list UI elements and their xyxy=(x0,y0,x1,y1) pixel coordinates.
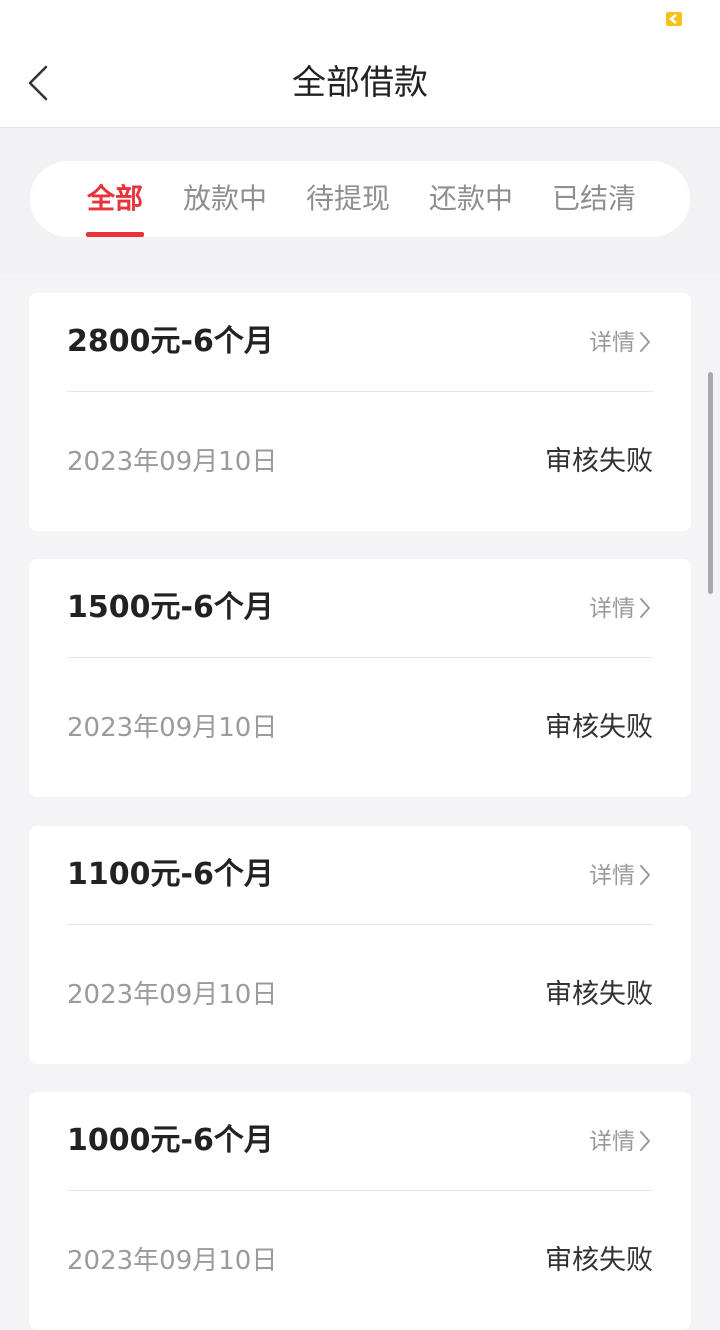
nav-bar: 全部借款 xyxy=(0,40,720,128)
loan-list: 2800元-6个月 详情 2023年09月10日 审核失败 1500元-6个月 … xyxy=(0,274,720,1330)
loan-date: 2023年09月10日 xyxy=(67,447,278,477)
loan-status: 审核失败 xyxy=(545,979,653,1010)
detail-link[interactable]: 详情 xyxy=(589,589,651,629)
divider xyxy=(67,657,653,658)
loan-status: 审核失败 xyxy=(545,446,653,477)
tab-bar: 全部 放款中 待提现 还款中 已结清 xyxy=(30,161,690,237)
tab-label: 全部 xyxy=(86,182,143,215)
loan-date: 2023年09月10日 xyxy=(67,980,278,1010)
divider xyxy=(67,1190,653,1191)
tab-disbursing[interactable]: 放款中 xyxy=(180,161,270,237)
loan-title: 1000元-6个月 xyxy=(67,1123,274,1158)
chevron-right-icon xyxy=(640,864,650,885)
detail-label: 详情 xyxy=(589,330,635,356)
tab-pending-withdrawal[interactable]: 待提现 xyxy=(303,161,393,237)
page-title: 全部借款 xyxy=(292,63,428,103)
chevron-right-icon xyxy=(640,597,650,618)
status-bar xyxy=(0,0,720,40)
detail-label: 详情 xyxy=(589,596,635,622)
active-tab-indicator xyxy=(86,232,144,237)
loan-date: 2023年09月10日 xyxy=(67,713,278,743)
loan-card[interactable]: 2800元-6个月 详情 2023年09月10日 审核失败 xyxy=(29,293,691,531)
loan-title: 1100元-6个月 xyxy=(67,857,274,892)
loan-card[interactable]: 1000元-6个月 详情 2023年09月10日 审核失败 xyxy=(29,1092,691,1330)
detail-label: 详情 xyxy=(589,1129,635,1155)
tab-label: 已结清 xyxy=(551,182,636,215)
tab-repaying[interactable]: 还款中 xyxy=(426,161,516,237)
divider xyxy=(67,391,653,392)
loan-title: 2800元-6个月 xyxy=(67,324,274,359)
tab-label: 放款中 xyxy=(182,182,267,215)
divider xyxy=(67,924,653,925)
chevron-right-icon xyxy=(640,1130,650,1151)
loan-card[interactable]: 1100元-6个月 详情 2023年09月10日 审核失败 xyxy=(29,826,691,1064)
tab-label: 待提现 xyxy=(305,182,390,215)
detail-link[interactable]: 详情 xyxy=(589,1122,651,1162)
chevron-right-icon xyxy=(640,331,650,352)
detail-label: 详情 xyxy=(589,863,635,889)
scrollbar[interactable] xyxy=(708,372,713,594)
app-status-icon xyxy=(666,12,682,26)
tab-all[interactable]: 全部 xyxy=(80,161,150,237)
loan-card[interactable]: 1500元-6个月 详情 2023年09月10日 审核失败 xyxy=(29,559,691,797)
loan-status: 审核失败 xyxy=(545,1245,653,1276)
loan-status: 审核失败 xyxy=(545,712,653,743)
loan-title: 1500元-6个月 xyxy=(67,590,274,625)
tabs-section: 全部 放款中 待提现 还款中 已结清 xyxy=(0,128,720,274)
tab-settled[interactable]: 已结清 xyxy=(549,161,639,237)
loan-date: 2023年09月10日 xyxy=(67,1246,278,1276)
detail-link[interactable]: 详情 xyxy=(589,323,651,363)
detail-link[interactable]: 详情 xyxy=(589,856,651,896)
tab-label: 还款中 xyxy=(428,182,513,215)
